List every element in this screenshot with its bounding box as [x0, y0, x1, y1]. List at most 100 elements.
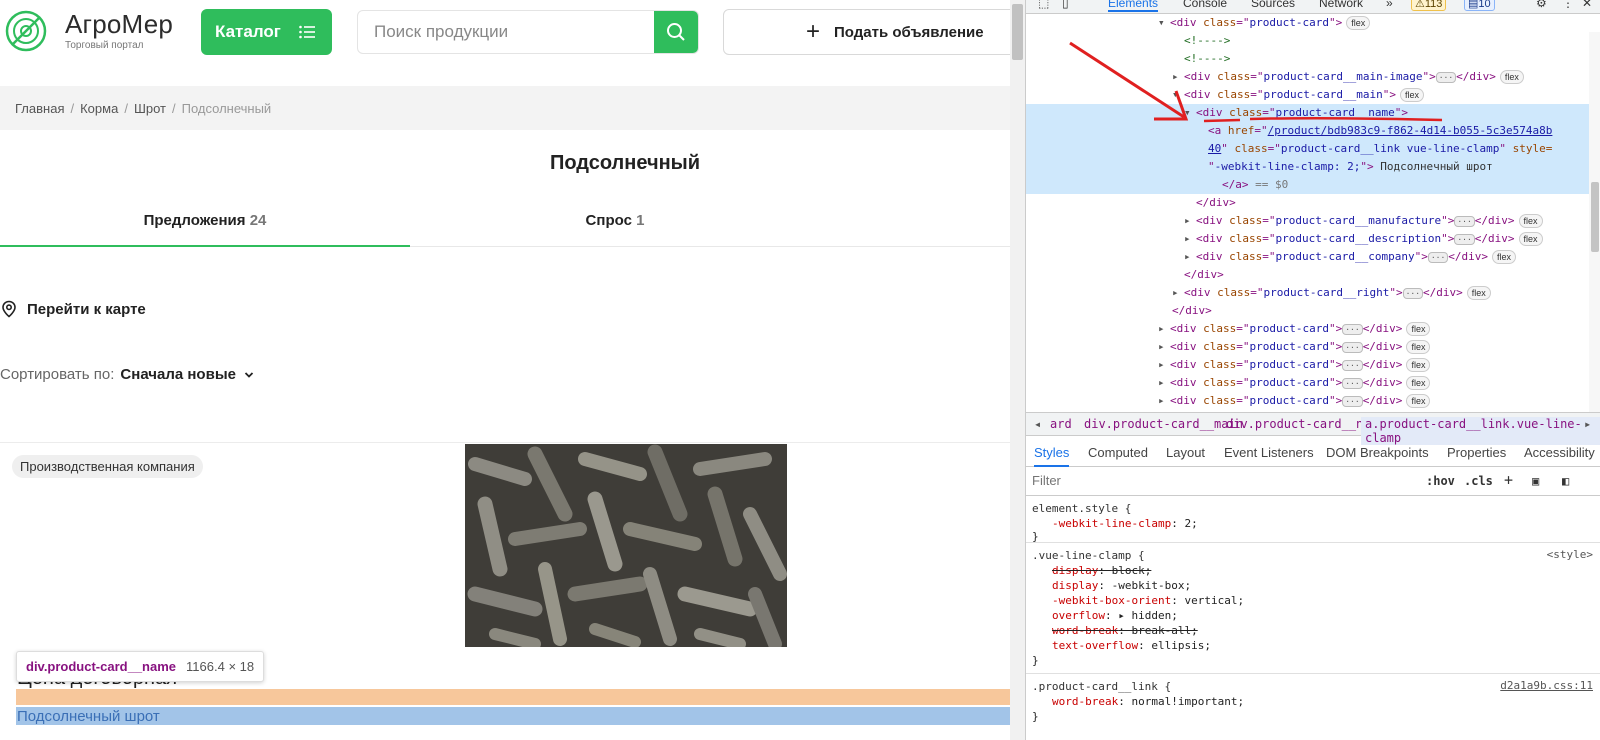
search-input[interactable]: [358, 11, 648, 53]
dom-node-selected[interactable]: "-webkit-line-clamp: 2;"> Подсолнечный ш…: [1026, 158, 1600, 176]
dom-scrollbar[interactable]: [1589, 32, 1600, 412]
ellipsis-icon[interactable]: ···: [1427, 252, 1449, 263]
post-ad-button[interactable]: + Подать объявление: [723, 9, 1010, 55]
messages-badge[interactable]: ▤10: [1464, 0, 1495, 11]
toggle-sidebar-icon[interactable]: ◧: [1562, 474, 1569, 488]
ellipsis-icon[interactable]: ···: [1435, 72, 1457, 83]
expand-triangle-icon[interactable]: ▸: [1118, 609, 1125, 622]
subtab-computed[interactable]: Computed: [1088, 445, 1148, 460]
flex-badge[interactable]: flex: [1492, 250, 1517, 264]
inspect-element-icon[interactable]: ⬚: [1038, 0, 1049, 10]
breadcrumb-home[interactable]: Главная: [15, 101, 64, 116]
flex-badge[interactable]: flex: [1518, 214, 1543, 228]
hov-toggle[interactable]: :hov: [1426, 474, 1455, 488]
style-declaration[interactable]: text-overflow: ellipsis;: [1032, 638, 1211, 653]
dom-node-close[interactable]: </div>: [1026, 302, 1600, 320]
dom-node-selected[interactable]: </a> == $0: [1026, 176, 1600, 194]
subtab-dom-breakpoints[interactable]: DOM Breakpoints: [1326, 445, 1429, 460]
style-declaration-overridden[interactable]: display: block;: [1032, 563, 1151, 578]
flex-badge[interactable]: flex: [1399, 88, 1424, 102]
more-options-icon[interactable]: ⋮: [1562, 0, 1574, 10]
ellipsis-icon[interactable]: ···: [1342, 378, 1363, 389]
dom-node-selected[interactable]: 40" class="product-card__link vue-line-c…: [1026, 140, 1600, 158]
expand-triangle-icon[interactable]: ▸: [1184, 230, 1196, 248]
product-name-link[interactable]: Подсолнечный шрот: [17, 708, 160, 725]
dom-node[interactable]: ▸ <div class="product-card__company"> ··· <…: [1026, 248, 1600, 266]
expand-triangle-icon[interactable]: ▸: [1158, 392, 1170, 410]
warnings-badge[interactable]: ⚠113: [1411, 0, 1447, 11]
dom-node[interactable]: ▸ <div class="product-card__right"> ··· </d…: [1026, 284, 1600, 302]
style-declaration[interactable]: -webkit-box-orient: vertical;: [1032, 593, 1244, 608]
breadcrumb-feed[interactable]: Корма: [80, 101, 118, 116]
tab-offers[interactable]: Предложения 24: [0, 212, 410, 247]
dom-node[interactable]: ▸ <div class="product-card__manufacture">…: [1026, 212, 1600, 230]
style-declaration[interactable]: display: -webkit-box;: [1032, 578, 1191, 593]
dom-node[interactable]: ▸ <div class="product-card"> ··· </div> flex: [1026, 320, 1600, 338]
expand-triangle-icon[interactable]: ▸: [1184, 248, 1196, 266]
logo-icon[interactable]: [5, 10, 47, 52]
expand-triangle-icon[interactable]: ▸: [1158, 338, 1170, 356]
sort-dropdown[interactable]: Сначала новые: [120, 366, 254, 383]
flex-badge[interactable]: flex: [1518, 232, 1543, 246]
flex-badge[interactable]: flex: [1406, 394, 1431, 408]
rule-source[interactable]: d2a1a9b.css:11: [1500, 679, 1593, 692]
catalog-button[interactable]: Каталог: [201, 9, 332, 55]
tab-console[interactable]: Console: [1183, 0, 1227, 10]
rule-source[interactable]: <style>: [1547, 548, 1593, 561]
ellipsis-icon[interactable]: ···: [1342, 360, 1363, 371]
ellipsis-icon[interactable]: ···: [1342, 396, 1363, 407]
breadcrumb-prev-icon[interactable]: ◂: [1034, 417, 1041, 431]
subtab-event-listeners[interactable]: Event Listeners: [1224, 445, 1314, 460]
paint-brush-icon[interactable]: ▣: [1532, 474, 1539, 488]
subtab-layout[interactable]: Layout: [1166, 445, 1205, 460]
ellipsis-icon[interactable]: ···: [1402, 288, 1424, 299]
dom-node[interactable]: ▸ <div class="product-card"> ··· </div> flex: [1026, 374, 1600, 392]
flex-badge[interactable]: flex: [1499, 70, 1524, 84]
logo-name[interactable]: АгроМер: [65, 9, 173, 40]
dom-node[interactable]: ▸ <div class="product-card__description">…: [1026, 230, 1600, 248]
dom-crumb[interactable]: div.product-card__main: [1084, 417, 1243, 431]
breadcrumb-next-icon[interactable]: ▸: [1584, 417, 1591, 431]
flex-badge[interactable]: flex: [1466, 286, 1491, 300]
device-toggle-icon[interactable]: ▯: [1062, 0, 1069, 10]
tab-network[interactable]: Network: [1319, 0, 1363, 10]
dom-node[interactable]: ▾ <div class="product-card"> flex: [1026, 14, 1600, 32]
ellipsis-icon[interactable]: ···: [1342, 324, 1363, 335]
style-declaration-overridden[interactable]: word-break: break-all;: [1032, 623, 1198, 638]
dom-crumb[interactable]: ard: [1050, 417, 1072, 431]
dom-node-close[interactable]: </div>: [1026, 194, 1600, 212]
dom-node[interactable]: ▸ <div class="product-card"> ··· </div> flex: [1026, 338, 1600, 356]
tab-sources[interactable]: Sources: [1251, 0, 1295, 10]
ellipsis-icon[interactable]: ···: [1342, 342, 1363, 353]
expand-triangle-icon[interactable]: ▸: [1158, 374, 1170, 392]
cls-toggle[interactable]: .cls: [1464, 474, 1493, 488]
collapse-triangle-icon[interactable]: ▾: [1158, 14, 1170, 32]
flex-badge[interactable]: flex: [1346, 16, 1371, 30]
style-declaration[interactable]: word-break: normal!important;: [1032, 694, 1244, 709]
dom-scrollbar-thumb[interactable]: [1591, 182, 1599, 252]
flex-badge[interactable]: flex: [1406, 376, 1431, 390]
flex-badge[interactable]: flex: [1406, 322, 1431, 336]
expand-triangle-icon[interactable]: ▸: [1172, 284, 1184, 302]
tab-demand[interactable]: Спрос 1: [410, 212, 820, 247]
expand-triangle-icon[interactable]: ▸: [1158, 356, 1170, 374]
subtab-accessibility[interactable]: Accessibility: [1524, 445, 1595, 460]
product-image[interactable]: [465, 444, 787, 647]
breadcrumb-meal[interactable]: Шрот: [134, 101, 166, 116]
dom-node[interactable]: ▸ <div class="product-card"> ··· </div> flex: [1026, 392, 1600, 410]
expand-triangle-icon[interactable]: ▸: [1184, 212, 1196, 230]
ellipsis-icon[interactable]: ···: [1454, 216, 1475, 227]
close-icon[interactable]: ✕: [1582, 0, 1592, 10]
style-declaration[interactable]: overflow: ▸ hidden;: [1032, 608, 1178, 623]
search-button[interactable]: [654, 11, 698, 53]
ellipsis-icon[interactable]: ···: [1454, 234, 1475, 245]
new-rule-icon[interactable]: +: [1504, 471, 1513, 489]
product-card[interactable]: Производственная компания Подсолнечный ш…: [0, 442, 1010, 740]
subtab-styles[interactable]: Styles: [1034, 445, 1070, 467]
dom-node[interactable]: ▸ <div class="product-card"> ··· </div> flex: [1026, 356, 1600, 374]
settings-gear-icon[interactable]: ⚙: [1536, 0, 1547, 10]
expand-triangle-icon[interactable]: ▸: [1158, 320, 1170, 338]
page-scrollbar-thumb[interactable]: [1012, 4, 1023, 60]
flex-badge[interactable]: flex: [1406, 358, 1431, 372]
more-tabs-icon[interactable]: »: [1386, 0, 1393, 10]
